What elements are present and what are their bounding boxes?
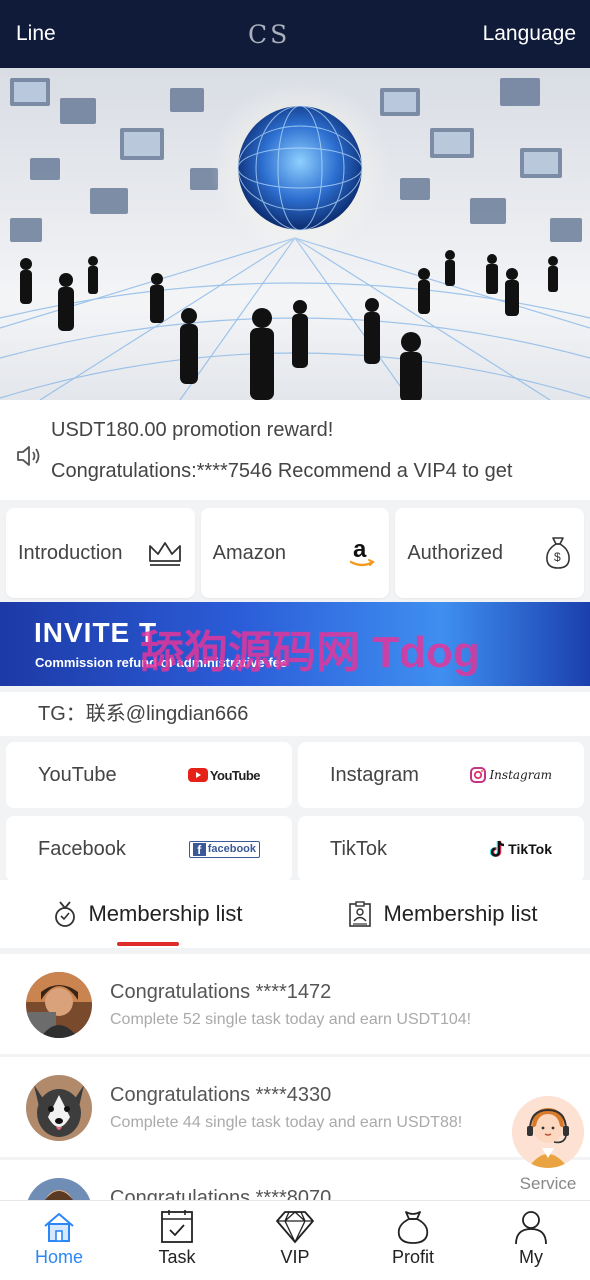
youtube-card[interactable]: YouTube YouTube [6, 742, 292, 808]
home-icon [44, 1213, 74, 1242]
authorized-card[interactable]: Authorized $ [395, 508, 585, 598]
tiktok-logo: TikTok [490, 840, 552, 858]
nav-label: Home [34, 1247, 83, 1267]
invite-title: INVITE T [34, 617, 158, 648]
nav-label: Profit [391, 1247, 434, 1267]
member-desc: Complete 52 single task today and earn U… [110, 1011, 472, 1028]
member-title: Congratulations ****1472 [110, 981, 332, 1003]
nav-vip[interactable]: VIP [236, 1201, 354, 1280]
tab-membership-list-active[interactable]: Membership list [0, 880, 295, 948]
youtube-wordmark: YouTube [209, 767, 261, 783]
nav-my[interactable]: My [472, 1201, 590, 1280]
amazon-card[interactable]: Amazon a [200, 508, 390, 598]
member-title: Congratulations ****4330 [110, 1084, 332, 1106]
youtube-icon [187, 768, 208, 782]
facebook-logo: f facebook [188, 840, 260, 858]
nav-home[interactable]: Home [0, 1201, 118, 1280]
invite-banner[interactable]: INVITE T Commission refund of administra… [0, 602, 590, 686]
tab-membership-list[interactable]: Membership list [295, 880, 590, 948]
diamond-icon [276, 1211, 314, 1244]
nav-label: Task [158, 1247, 196, 1267]
membership-tabs: Membership list Membership list [0, 880, 590, 948]
social-label: Facebook [38, 837, 126, 860]
nav-label: VIP [280, 1247, 310, 1267]
facebook-icon: f [192, 842, 206, 857]
clipboard-icon [349, 901, 372, 927]
instagram-card[interactable]: Instagram Instagram [298, 742, 584, 808]
facebook-card[interactable]: Facebook f facebook [6, 816, 292, 882]
top-bar: Line CS Language [0, 0, 590, 68]
social-row: YouTube YouTube Instagram Instagram [6, 742, 584, 808]
social-label: YouTube [38, 763, 117, 786]
facebook-wordmark: facebook [207, 843, 256, 855]
banner-illustration [0, 78, 590, 400]
hero-banner [0, 68, 590, 400]
instagram-logo: Instagram [470, 767, 552, 783]
list-item: Congratulations ****4330 Complete 44 sin… [0, 1057, 590, 1157]
notice-bar: USDT180.00 promotion reward! Congratulat… [0, 400, 590, 500]
list-item: Congratulations ****1472 Complete 52 sin… [0, 954, 590, 1054]
card-label: Amazon [212, 541, 287, 564]
notice-text: USDT180.00 promotion reward! Congratulat… [51, 410, 512, 492]
avatar [26, 1075, 92, 1141]
social-label: TikTok [330, 837, 388, 860]
medal-icon [55, 901, 76, 927]
crown-icon [148, 542, 181, 566]
notice-line: USDT180.00 promotion reward! [51, 419, 334, 441]
app-logo: CS [248, 19, 291, 49]
svg-text:$: $ [554, 550, 561, 564]
tab-label: Membership list [383, 901, 538, 926]
introduction-card[interactable]: Introduction [6, 508, 195, 598]
member-desc: Complete 44 single task today and earn U… [110, 1114, 463, 1131]
social-label: Instagram [330, 763, 419, 786]
avatar [26, 1178, 92, 1200]
tab-label: Membership list [88, 901, 243, 926]
service-button[interactable]: Service [512, 1096, 588, 1194]
speaker-icon [17, 446, 40, 466]
svg-text:a: a [353, 536, 367, 563]
service-label: Service [519, 1174, 577, 1193]
active-tab-indicator [117, 942, 179, 946]
amazon-icon: a [350, 536, 376, 567]
quick-links: Introduction Amazon a Authorized $ [0, 508, 590, 598]
instagram-icon [470, 767, 487, 783]
notice-line: Congratulations:****7546 Recommend a VIP… [51, 460, 513, 482]
social-row: Facebook f facebook TikTok TikTok [6, 816, 584, 882]
member-title: Congratulations ****8070 [110, 1187, 332, 1200]
youtube-logo: YouTube [187, 767, 261, 783]
user-icon [515, 1211, 547, 1245]
watermark-text: 舔狗源码网 Tdog [140, 628, 480, 677]
tiktok-wordmark: TikTok [508, 841, 552, 857]
tiktok-card[interactable]: TikTok TikTok [298, 816, 584, 882]
task-icon [161, 1210, 193, 1243]
line-button[interactable]: Line [16, 22, 56, 46]
nav-label: My [519, 1247, 543, 1267]
instagram-wordmark: Instagram [489, 768, 552, 782]
money-bag-icon [397, 1211, 429, 1244]
avatar [26, 972, 92, 1038]
tiktok-icon [490, 840, 505, 857]
card-label: Authorized [407, 541, 503, 564]
language-button[interactable]: Language [483, 22, 576, 46]
member-list: Congratulations ****1472 Complete 52 sin… [0, 954, 590, 1200]
list-item: Congratulations ****8070 [0, 1160, 590, 1200]
bottom-nav: Home Task VIP Profit My [0, 1200, 590, 1280]
card-label: Introduction [18, 541, 123, 564]
nav-task[interactable]: Task [118, 1201, 236, 1280]
service-agent-icon [512, 1096, 584, 1168]
money-bag-icon: $ [546, 537, 570, 569]
tg-contact: TG：联系@lingdian666 [0, 692, 590, 736]
nav-profit[interactable]: Profit [354, 1201, 472, 1280]
